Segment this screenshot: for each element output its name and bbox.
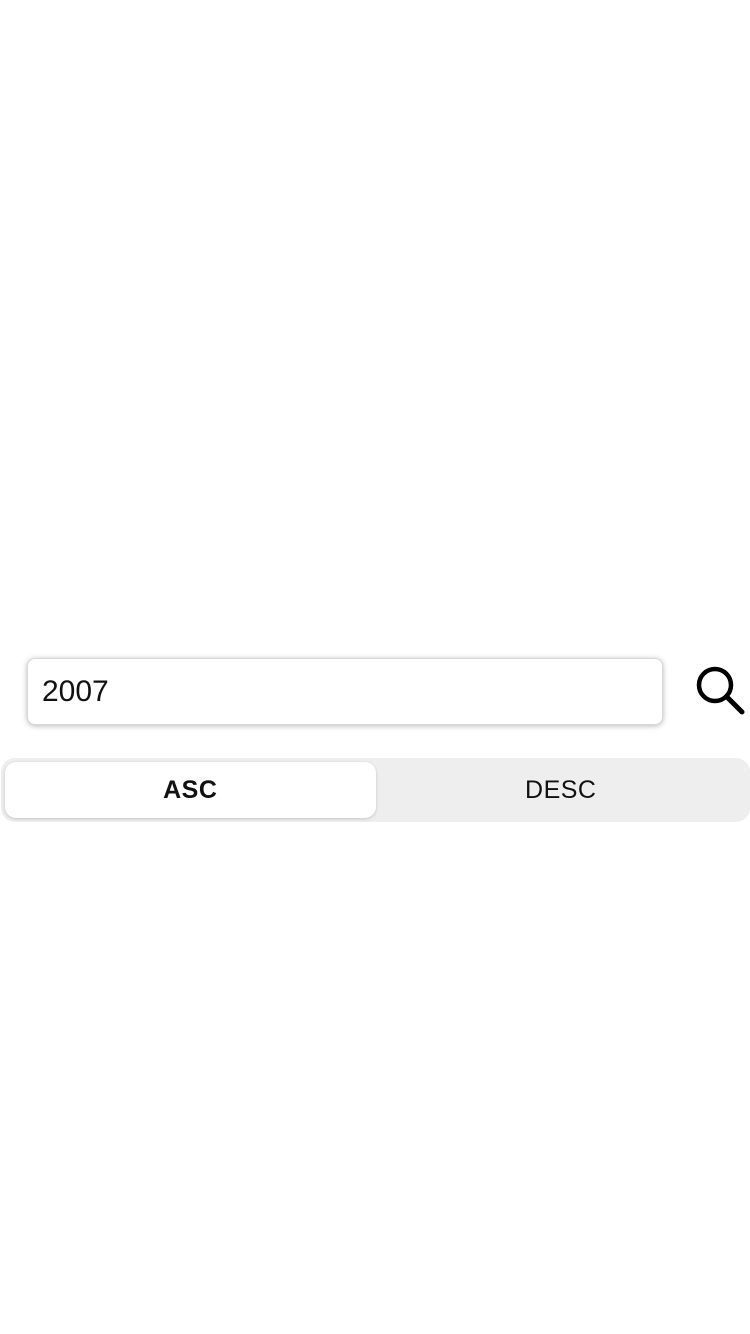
screen: ASC DESC	[0, 0, 750, 1334]
sort-order-segmented-control: ASC DESC	[1, 758, 750, 822]
search-icon	[694, 664, 746, 721]
segment-desc[interactable]: DESC	[376, 762, 747, 818]
segment-asc[interactable]: ASC	[5, 762, 376, 818]
search-bar	[0, 658, 750, 726]
search-input[interactable]	[27, 658, 663, 725]
search-button[interactable]	[690, 662, 750, 722]
